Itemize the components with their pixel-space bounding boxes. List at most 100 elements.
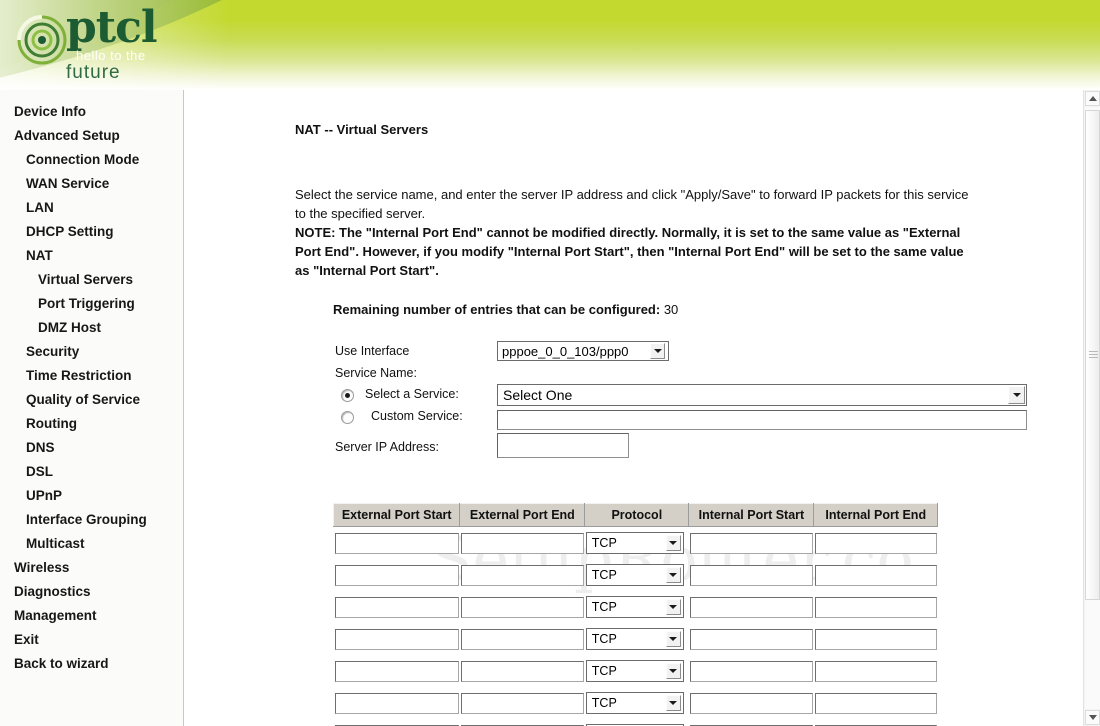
table-row: TCPUDPTCP/UDP — [334, 687, 938, 719]
cell-internal-port-start — [689, 719, 814, 726]
external-port-start-input[interactable] — [334, 596, 459, 618]
external-port-end-input[interactable] — [460, 660, 584, 682]
column-header-protocol: Protocol — [584, 503, 690, 527]
service-select[interactable]: Select One — [497, 384, 1027, 406]
sidebar-item-security[interactable]: Security — [0, 340, 183, 364]
cell-protocol: TCPUDPTCP/UDP — [585, 559, 689, 591]
cell-internal-port-start — [689, 559, 814, 591]
sidebar-item-dhcp-setting[interactable]: DHCP Setting — [0, 220, 183, 244]
internal-port-end-input[interactable] — [814, 692, 937, 714]
internal-port-end-input[interactable] — [814, 532, 937, 554]
sidebar-item-routing[interactable]: Routing — [0, 412, 183, 436]
cell-internal-port-end — [814, 591, 938, 623]
internal-port-end-input[interactable] — [814, 660, 937, 682]
sidebar-item-label: Quality of Service — [26, 392, 141, 407]
select-a-service-radio[interactable] — [341, 389, 354, 402]
sidebar-item-time-restriction[interactable]: Time Restriction — [0, 364, 183, 388]
internal-port-start-input[interactable] — [689, 660, 813, 682]
cell-external-port-end — [460, 559, 585, 591]
internal-port-end-input[interactable] — [814, 564, 937, 586]
scrollbar-grip — [1089, 351, 1098, 359]
protocol-select[interactable]: TCPUDPTCP/UDP — [585, 532, 684, 554]
cell-external-port-end — [460, 687, 585, 719]
external-port-end-input[interactable] — [460, 628, 584, 650]
external-port-end-input[interactable] — [460, 564, 584, 586]
internal-port-start-input[interactable] — [689, 692, 813, 714]
cell-external-port-end — [460, 623, 585, 655]
sidebar-item-exit[interactable]: Exit — [0, 628, 183, 652]
protocol-select-wrapper: TCPUDPTCP/UDP — [585, 564, 684, 586]
external-port-end-input[interactable] — [460, 532, 584, 554]
scrollbar-thumb[interactable] — [1085, 110, 1100, 600]
sidebar-item-back-to-wizard[interactable]: Back to wizard — [0, 652, 183, 676]
sidebar-item-label: Multicast — [26, 536, 85, 551]
sidebar-item-nat[interactable]: NAT — [0, 244, 183, 268]
internal-port-start-input[interactable] — [689, 532, 813, 554]
external-port-start-input[interactable] — [334, 564, 459, 586]
sidebar-item-dmz-host[interactable]: DMZ Host — [0, 316, 183, 340]
service-name-label: Service Name: — [335, 366, 417, 380]
sidebar-item-interface-grouping[interactable]: Interface Grouping — [0, 508, 183, 532]
external-port-start-input[interactable] — [334, 692, 459, 714]
sidebar-item-quality-of-service[interactable]: Quality of Service — [0, 388, 183, 412]
table-row: TCPUDPTCP/UDP — [334, 527, 938, 560]
external-port-end-input[interactable] — [460, 692, 584, 714]
port-forwarding-table: External Port Start External Port End Prot… — [332, 503, 938, 726]
sidebar-item-multicast[interactable]: Multicast — [0, 532, 183, 556]
sidebar-item-virtual-servers[interactable]: Virtual Servers — [0, 268, 183, 292]
protocol-select[interactable]: TCPUDPTCP/UDP — [585, 628, 684, 650]
custom-service-input[interactable] — [497, 410, 1027, 430]
sidebar-item-wan-service[interactable]: WAN Service — [0, 172, 183, 196]
sidebar-item-connection-mode[interactable]: Connection Mode — [0, 148, 183, 172]
protocol-select[interactable]: TCPUDPTCP/UDP — [585, 564, 684, 586]
cell-internal-port-end — [814, 559, 938, 591]
internal-port-start-input[interactable] — [689, 564, 813, 586]
remaining-entries-label: Remaining number of entries that can be … — [333, 302, 661, 317]
use-interface-select[interactable]: pppoe_0_0_103/ppp0 — [497, 341, 669, 361]
external-port-start-input[interactable] — [334, 532, 459, 554]
cell-internal-port-start — [689, 591, 814, 623]
cell-external-port-start — [334, 591, 460, 623]
sidebar-item-management[interactable]: Management — [0, 604, 183, 628]
sidebar-item-diagnostics[interactable]: Diagnostics — [0, 580, 183, 604]
sidebar-item-lan[interactable]: LAN — [0, 196, 183, 220]
sidebar-item-label: Wireless — [14, 560, 70, 575]
sidebar-item-upnp[interactable]: UPnP — [0, 484, 183, 508]
sidebar-item-label: UPnP — [26, 488, 63, 503]
vertical-scrollbar[interactable] — [1083, 90, 1100, 726]
remaining-entries-count: 30 — [663, 302, 679, 317]
sidebar-item-dsl[interactable]: DSL — [0, 460, 183, 484]
internal-port-end-input[interactable] — [814, 596, 937, 618]
server-ip-address-input[interactable] — [497, 433, 629, 458]
sidebar-item-label: Connection Mode — [26, 152, 140, 167]
sidebar-item-port-triggering[interactable]: Port Triggering — [0, 292, 183, 316]
sidebar-item-device-info[interactable]: Device Info — [0, 100, 183, 124]
protocol-select[interactable]: TCPUDPTCP/UDP — [585, 692, 684, 714]
triangle-up-icon — [1088, 96, 1097, 101]
internal-port-start-input[interactable] — [689, 596, 813, 618]
internal-port-start-input[interactable] — [689, 628, 813, 650]
column-header-internal-port-end: Internal Port End — [813, 503, 938, 527]
sidebar-item-label: DHCP Setting — [26, 224, 114, 239]
ptcl-logo[interactable]: ptcl hello to the future — [14, 4, 179, 86]
custom-service-radio[interactable] — [341, 411, 354, 424]
cell-external-port-start — [334, 559, 460, 591]
external-port-start-input[interactable] — [334, 628, 459, 650]
column-header-external-port-end: External Port End — [459, 503, 586, 527]
scroll-down-button[interactable] — [1085, 710, 1100, 725]
sidebar-item-dns[interactable]: DNS — [0, 436, 183, 460]
scroll-up-button[interactable] — [1085, 91, 1100, 106]
sidebar-item-advanced-setup[interactable]: Advanced Setup — [0, 124, 183, 148]
table-row: TCPUDPTCP/UDP — [334, 655, 938, 687]
internal-port-end-input[interactable] — [814, 628, 937, 650]
protocol-select[interactable]: TCPUDPTCP/UDP — [585, 660, 684, 682]
table-row: TCPUDPTCP/UDP — [334, 623, 938, 655]
external-port-start-input[interactable] — [334, 660, 459, 682]
protocol-select[interactable]: TCPUDPTCP/UDP — [585, 596, 684, 618]
external-port-end-input[interactable] — [460, 596, 584, 618]
cell-external-port-end — [460, 527, 585, 560]
protocol-select-wrapper: TCPUDPTCP/UDP — [585, 692, 684, 714]
cell-internal-port-start — [689, 527, 814, 560]
sidebar-item-wireless[interactable]: Wireless — [0, 556, 183, 580]
sidebar-item-label: Virtual Servers — [38, 272, 134, 287]
